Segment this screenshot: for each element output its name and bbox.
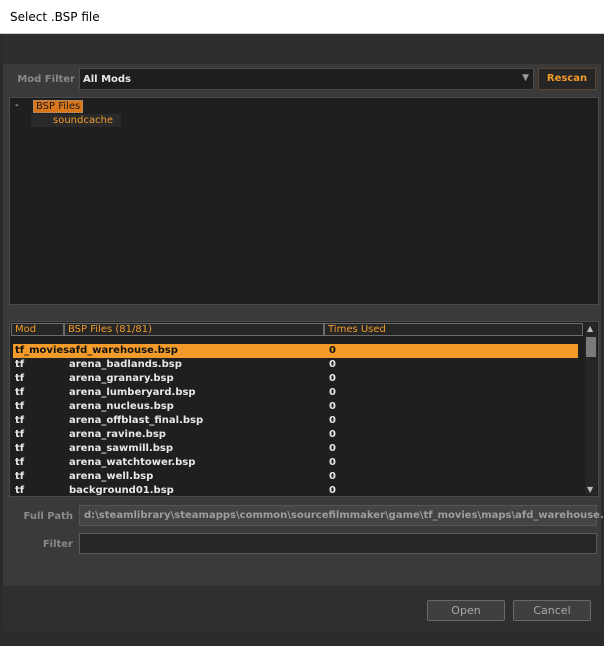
button-bar <box>3 586 601 631</box>
mod-filter-value: All Mods <box>83 74 132 85</box>
cell-times-used: 0 <box>329 345 336 356</box>
cell-file: background01.bsp <box>69 485 174 496</box>
header-band <box>3 34 601 64</box>
full-path-label: Full Path <box>23 511 74 522</box>
window-titlebar: Select .BSP file <box>0 0 604 34</box>
scrollbar-thumb[interactable] <box>586 337 596 357</box>
column-header-mod[interactable]: Mod <box>11 323 64 336</box>
tree-collapse-icon[interactable]: - <box>15 100 19 111</box>
cell-file: arena_granary.bsp <box>69 373 174 384</box>
cell-file: arena_offblast_final.bsp <box>69 415 204 426</box>
mod-filter-dropdown[interactable]: All Mods ▼ <box>79 68 534 90</box>
list-scrollbar[interactable]: ▲ ▼ <box>585 323 597 495</box>
filter-input[interactable] <box>79 533 597 554</box>
table-row[interactable]: tf arena_badlands.bsp 0 <box>13 358 578 372</box>
cell-mod: tf <box>15 443 25 454</box>
cell-mod: tf <box>15 415 25 426</box>
table-row[interactable]: tf arena_granary.bsp 0 <box>13 372 578 386</box>
chevron-down-icon[interactable]: ▼ <box>522 73 529 83</box>
cell-file: arena_badlands.bsp <box>69 359 182 370</box>
column-header-times-used[interactable]: Times Used <box>324 323 583 336</box>
cell-file: arena_lumberyard.bsp <box>69 387 196 398</box>
cell-mod: tf <box>15 387 25 398</box>
cell-times-used: 0 <box>329 443 336 454</box>
cell-times-used: 0 <box>329 471 336 482</box>
cell-file: afd_warehouse.bsp <box>69 345 178 356</box>
tree-node-bsp-files[interactable]: BSP Files <box>33 100 84 113</box>
cell-file: arena_well.bsp <box>69 471 154 482</box>
filter-label: Filter <box>42 539 73 550</box>
arrow-up-icon[interactable]: ▲ <box>587 324 593 333</box>
cell-times-used: 0 <box>329 401 336 412</box>
cell-mod: tf <box>15 373 25 384</box>
cell-mod: tf_movies <box>15 345 69 356</box>
cell-file: arena_ravine.bsp <box>69 429 166 440</box>
cell-file: arena_sawmill.bsp <box>69 443 174 454</box>
cell-times-used: 0 <box>329 457 336 468</box>
full-path-value: d:\steamlibrary\steamapps\common\sourcef… <box>84 510 604 521</box>
cell-times-used: 0 <box>329 415 336 426</box>
rescan-button[interactable]: Rescan <box>538 68 596 90</box>
column-header-bsp-files[interactable]: BSP Files (81/81) <box>64 323 324 336</box>
cancel-button[interactable]: Cancel <box>513 600 591 621</box>
full-path-field[interactable]: d:\steamlibrary\steamapps\common\sourcef… <box>79 505 604 526</box>
cell-file: arena_nucleus.bsp <box>69 401 174 412</box>
table-row[interactable]: tf_movies afd_warehouse.bsp 0 <box>13 344 578 358</box>
mod-filter-label: Mod Filter <box>17 74 75 85</box>
cell-mod: tf <box>15 429 25 440</box>
table-row[interactable]: tf arena_sawmill.bsp 0 <box>13 442 578 456</box>
cell-file: arena_watchtower.bsp <box>69 457 196 468</box>
cell-times-used: 0 <box>329 373 336 384</box>
arrow-down-icon[interactable]: ▼ <box>587 485 593 494</box>
table-row[interactable]: tf background01.bsp 0 <box>13 484 578 496</box>
tree-node-soundcache[interactable]: soundcache <box>31 114 121 127</box>
cell-times-used: 0 <box>329 485 336 496</box>
open-button[interactable]: Open <box>427 600 505 621</box>
table-row[interactable]: tf arena_lumberyard.bsp 0 <box>13 386 578 400</box>
cell-mod: tf <box>15 457 25 468</box>
cell-mod: tf <box>15 359 25 370</box>
focus-rect <box>33 100 84 113</box>
bsp-folder-tree[interactable]: - BSP Files soundcache <box>9 97 599 305</box>
cell-times-used: 0 <box>329 387 336 398</box>
cell-times-used: 0 <box>329 359 336 370</box>
bsp-file-list[interactable]: Mod BSP Files (81/81) Times Used tf_movi… <box>9 321 599 497</box>
table-row[interactable]: tf arena_ravine.bsp 0 <box>13 428 578 442</box>
dialog: Mod Filter All Mods ▼ Rescan - BSP Files… <box>3 34 604 631</box>
table-row[interactable]: tf arena_offblast_final.bsp 0 <box>13 414 578 428</box>
table-row[interactable]: tf arena_nucleus.bsp 0 <box>13 400 578 414</box>
cell-times-used: 0 <box>329 429 336 440</box>
window-title: Select .BSP file <box>10 10 100 24</box>
table-row[interactable]: tf arena_watchtower.bsp 0 <box>13 456 578 470</box>
table-row[interactable]: tf arena_well.bsp 0 <box>13 470 578 484</box>
tree-node-label: soundcache <box>53 115 113 126</box>
cell-mod: tf <box>15 401 25 412</box>
cell-mod: tf <box>15 485 25 496</box>
cell-mod: tf <box>15 471 25 482</box>
